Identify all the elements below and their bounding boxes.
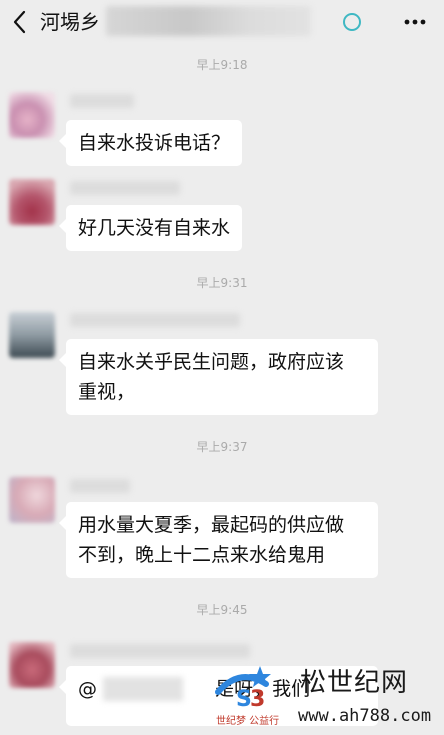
avatar[interactable] bbox=[9, 92, 55, 138]
svg-text:3: 3 bbox=[250, 687, 265, 712]
message-bubble[interactable]: 自来水投诉电话？ bbox=[58, 120, 243, 166]
mention-name-redaction bbox=[103, 677, 183, 701]
sender-name-redaction bbox=[70, 181, 180, 195]
timestamp: 早上9:45 bbox=[196, 603, 248, 617]
sender-name-redaction bbox=[70, 644, 250, 658]
sender-name-redaction bbox=[70, 313, 240, 327]
avatar[interactable] bbox=[9, 642, 55, 688]
avatar[interactable] bbox=[9, 477, 55, 523]
message-text-line: 用水量大夏季，最起码的供应做 bbox=[78, 514, 345, 536]
more-dots-icon[interactable] bbox=[402, 10, 428, 34]
chat-header: 河埸乡 bbox=[0, 0, 444, 44]
timestamp: 早上9:37 bbox=[196, 440, 248, 454]
title-redaction bbox=[106, 6, 311, 36]
avatar[interactable] bbox=[9, 312, 55, 358]
chevron-left-icon[interactable] bbox=[10, 8, 30, 36]
timestamp: 早上9:31 bbox=[196, 276, 248, 290]
ring-icon[interactable] bbox=[341, 11, 363, 33]
message-text-line: 不到，晚上十二点来水给鬼用 bbox=[78, 544, 326, 566]
mention-symbol: @ bbox=[78, 678, 97, 700]
chat-title: 河埸乡 bbox=[40, 10, 100, 34]
message-bubble[interactable]: 好几天没有自来水 bbox=[58, 205, 243, 251]
avatar[interactable] bbox=[9, 179, 55, 225]
message-text-line: 重视， bbox=[78, 381, 136, 403]
watermark-cn-main: 世纪网 bbox=[327, 668, 409, 698]
message-text: 自来水投诉电话？ bbox=[78, 132, 231, 154]
watermark-logo-icon: S 3 bbox=[215, 666, 271, 712]
timestamp: 早上9:18 bbox=[196, 58, 248, 72]
message-text: 好几天没有自来水 bbox=[78, 217, 231, 239]
message-bubble[interactable]: 自来水关乎民生问题，政府应该 重视， bbox=[59, 339, 378, 415]
watermark-url: www.ah788.com bbox=[298, 706, 432, 726]
sender-name-redaction bbox=[70, 94, 134, 108]
watermark-small-text: 世纪梦 公益行 bbox=[216, 716, 280, 727]
message-text-line: 自来水关乎民生问题，政府应该 bbox=[78, 351, 345, 373]
watermark-partial-text: 松 bbox=[300, 668, 328, 698]
watermark-cn-text: 松世纪网 bbox=[300, 668, 408, 698]
message-bubble[interactable]: 用水量大夏季，最起码的供应做 不到，晚上十二点来水给鬼用 bbox=[59, 502, 378, 578]
watermark: S 3 世纪梦 公益行 松世纪网 www.ah788.com bbox=[210, 662, 444, 735]
sender-name-redaction bbox=[70, 479, 130, 493]
